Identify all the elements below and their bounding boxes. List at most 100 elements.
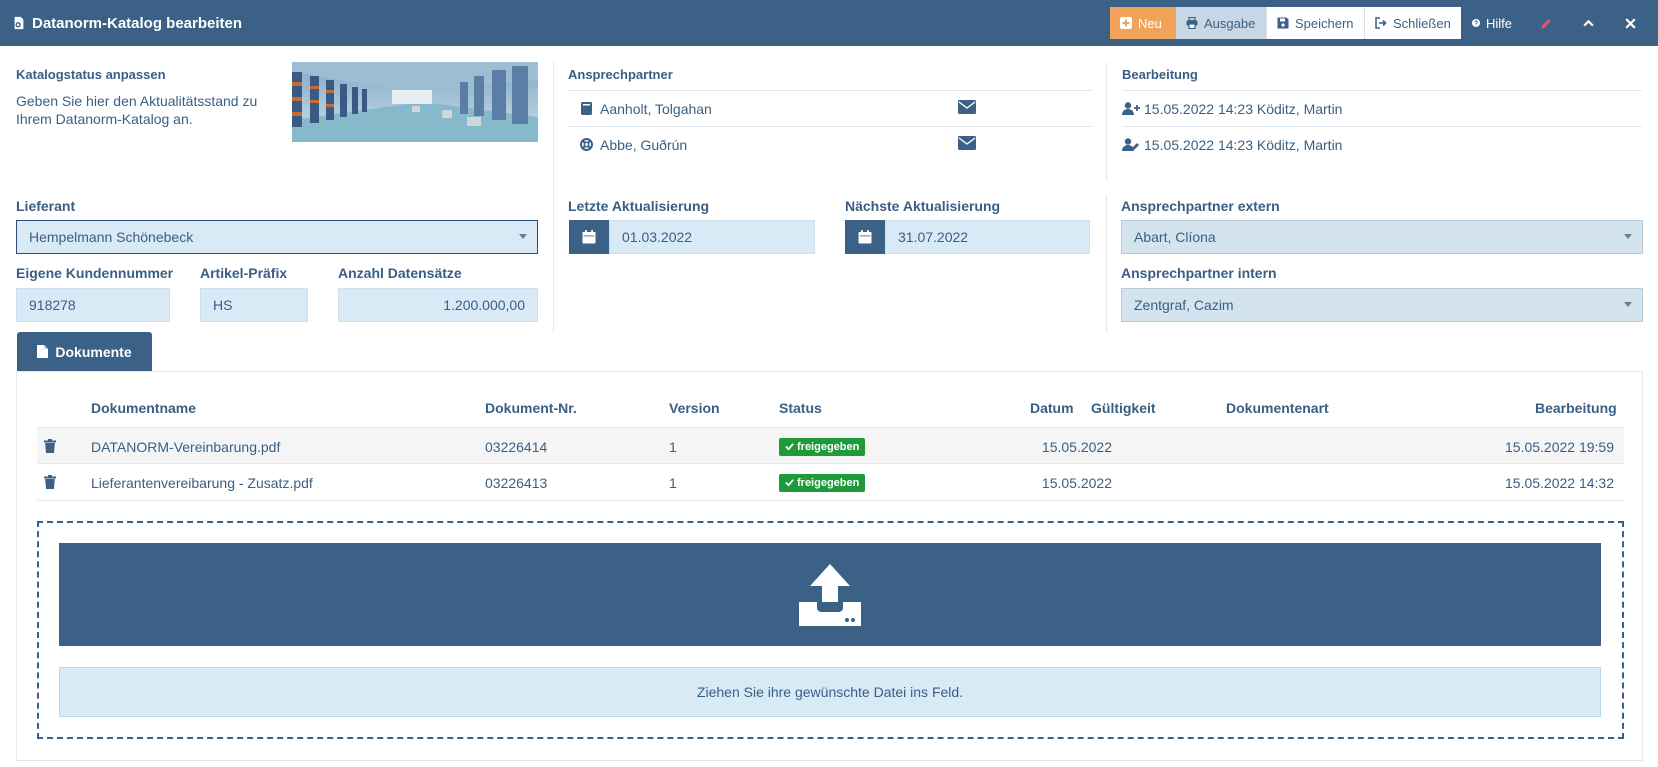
envelope-icon[interactable] (958, 100, 976, 114)
file-icon (37, 345, 49, 358)
help-button[interactable]: Hilfe (1462, 7, 1522, 39)
close-icon (1624, 17, 1636, 29)
table-row[interactable]: DATANORM-Vereinbarung.pdf 03226414 1 fre… (37, 427, 1624, 464)
contact-row[interactable]: Aanholt, Tolgahan (568, 91, 1092, 126)
calendar-icon (582, 230, 596, 244)
close-window-button[interactable] (1614, 7, 1646, 39)
upload-icon (799, 563, 861, 626)
kundennummer-field[interactable]: 918278 (16, 288, 170, 322)
print-icon (1186, 17, 1198, 29)
edit-mode-button[interactable] (1530, 7, 1562, 39)
edit-history-row: 15.05.2022 14:23 Köditz, Martin (1122, 91, 1642, 126)
pencil-icon (1540, 18, 1551, 29)
cell-bearbeitung: 15.05.2022 14:32 (1505, 474, 1614, 491)
kundennummer-label: Eigene Kundennummer (16, 265, 174, 281)
life-ring-icon (578, 137, 594, 153)
letzte-aktualisierung-label: Letzte Aktualisierung (568, 198, 710, 214)
caret-down-icon (1624, 302, 1632, 307)
save-button-label: Speichern (1295, 15, 1354, 31)
extern-select[interactable]: Abart, Clíona (1121, 220, 1643, 254)
intern-value: Zentgraf, Cazim (1134, 297, 1234, 313)
upload-area[interactable] (59, 543, 1601, 646)
trash-icon[interactable] (44, 439, 56, 453)
letzte-aktualisierung-field[interactable]: 01.03.2022 (609, 220, 815, 254)
contact-name: Abbe, Guðrún (600, 136, 688, 153)
save-icon (1277, 17, 1289, 29)
cell-version: 1 (669, 474, 677, 491)
plus-square-icon (1120, 17, 1132, 29)
user-plus-icon (1122, 101, 1140, 117)
ansprechpartner-heading: Ansprechpartner (568, 67, 673, 82)
window-title-text: Datanorm-Katalog bearbeiten (32, 14, 243, 32)
catalog-icon (14, 16, 24, 30)
cell-name[interactable]: DATANORM-Vereinbarung.pdf (91, 428, 280, 465)
katalogstatus-description-2: Ihrem Datanorm-Katalog an. (16, 111, 193, 127)
window-title: Datanorm-Katalog bearbeiten (12, 0, 242, 46)
lieferant-label: Lieferant (16, 198, 76, 214)
sign-out-icon (1375, 17, 1387, 29)
tab-dokumente[interactable]: Dokumente (17, 332, 152, 371)
contact-row[interactable]: Abbe, Guðrún (568, 127, 1092, 162)
naechste-aktualisierung-field[interactable]: 31.07.2022 (885, 220, 1090, 254)
column-header-gueltigkeit[interactable]: Gültigkeit (1091, 400, 1156, 416)
calendar-button[interactable] (845, 220, 885, 254)
new-button[interactable]: Neu (1110, 7, 1176, 39)
envelope-icon[interactable] (958, 136, 976, 150)
katalogstatus-heading: Katalogstatus anpassen (16, 67, 166, 82)
column-header-name[interactable]: Dokumentname (91, 400, 196, 416)
close-doc-button[interactable]: Schließen (1364, 7, 1461, 39)
intern-select[interactable]: Zentgraf, Cazim (1121, 288, 1643, 322)
caret-down-icon (1624, 234, 1632, 239)
warehouse-image (292, 62, 538, 142)
edit-history-text: 15.05.2022 14:23 Köditz, Martin (1144, 100, 1343, 117)
lieferant-value: Hempelmann Schönebeck (29, 229, 194, 245)
praefix-field[interactable]: HS (200, 288, 308, 322)
intern-label: Ansprechpartner intern (1121, 265, 1277, 281)
bearbeitung-heading: Bearbeitung (1122, 67, 1198, 82)
datensaetze-field[interactable]: 1.200.000,00 (338, 288, 538, 322)
question-circle-icon (1472, 19, 1480, 27)
cell-name[interactable]: Lieferantenvereibarung - Zusatz.pdf (91, 464, 313, 501)
praefix-value: HS (213, 297, 233, 313)
datensaetze-label: Anzahl Datensätze (338, 265, 462, 281)
dropzone-message: Ziehen Sie ihre gewünschte Datei ins Fel… (59, 667, 1601, 717)
tab-dokumente-label: Dokumente (55, 343, 132, 360)
kundennummer-value: 918278 (29, 297, 76, 313)
naechste-aktualisierung-value: 31.07.2022 (898, 229, 969, 245)
cell-datum: 15.05.2022 (1041, 474, 1112, 491)
calendar-button[interactable] (569, 220, 609, 254)
column-header-status[interactable]: Status (779, 400, 822, 416)
output-button-label: Ausgabe (1204, 15, 1256, 31)
cell-status: freigegeben (779, 464, 866, 501)
divider (1106, 62, 1107, 180)
column-header-version[interactable]: Version (669, 400, 720, 416)
divider (1106, 195, 1107, 332)
column-header-bearbeitung[interactable]: Bearbeitung (1535, 400, 1617, 416)
contact-name: Aanholt, Tolgahan (600, 100, 712, 117)
cell-status: freigegeben (779, 428, 866, 465)
column-header-dokumentenart[interactable]: Dokumentenart (1226, 400, 1329, 416)
lieferant-select[interactable]: Hempelmann Schönebeck (16, 220, 538, 254)
naechste-aktualisierung-label: Nächste Aktualisierung (845, 198, 1001, 214)
table-row[interactable]: Lieferantenvereibarung - Zusatz.pdf 0322… (37, 464, 1624, 501)
trash-icon[interactable] (44, 475, 56, 489)
column-header-nr[interactable]: Dokument-Nr. (485, 400, 577, 416)
close-doc-button-label: Schließen (1393, 15, 1451, 31)
cell-nr: 03226413 (485, 474, 548, 491)
save-button[interactable]: Speichern (1266, 7, 1364, 39)
address-book-icon (578, 101, 594, 117)
cell-nr: 03226414 (485, 438, 548, 455)
column-header-datum[interactable]: Datum (1030, 400, 1074, 416)
divider (553, 62, 554, 332)
status-badge: freigegeben (779, 437, 866, 456)
output-button[interactable]: Ausgabe (1176, 7, 1266, 39)
letzte-aktualisierung-value: 01.03.2022 (622, 229, 693, 245)
extern-label: Ansprechpartner extern (1121, 198, 1280, 214)
katalogstatus-description-1: Geben Sie hier den Aktualitätsstand zu (16, 93, 258, 109)
praefix-label: Artikel-Präfix (200, 265, 288, 281)
new-button-label: Neu (1138, 15, 1162, 31)
edit-history-text: 15.05.2022 14:23 Köditz, Martin (1144, 136, 1343, 153)
user-edit-icon (1122, 137, 1140, 153)
collapse-button[interactable] (1572, 7, 1604, 39)
calendar-icon (858, 230, 872, 244)
